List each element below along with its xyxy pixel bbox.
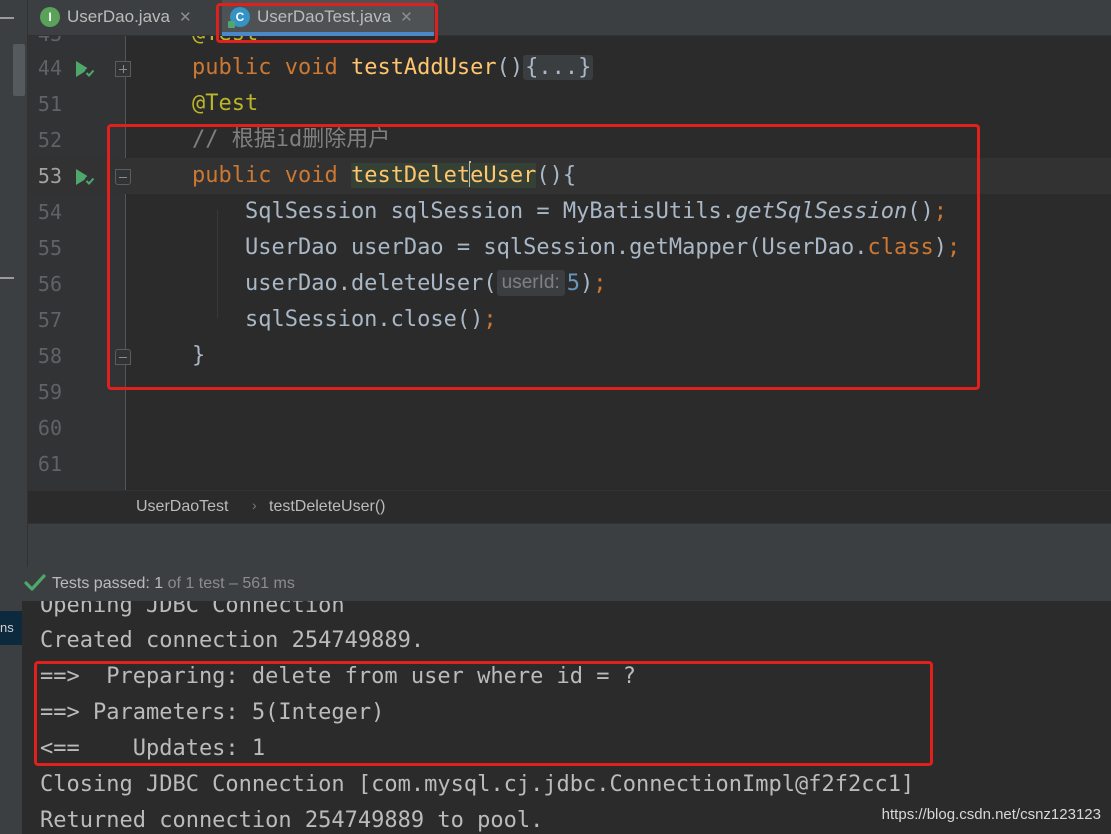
code-line[interactable]: 61: [28, 446, 1111, 482]
line-number: 56: [37, 272, 62, 296]
console-line: Opening JDBC Connection: [40, 601, 345, 618]
breadcrumb: UserDaoTest › testDeleteUser(): [28, 490, 1111, 523]
run-test-passed-icon[interactable]: [72, 58, 98, 80]
line-number: 51: [37, 92, 62, 116]
code-token: sqlSession.close(): [192, 307, 484, 332]
code-token: @Test: [192, 91, 259, 116]
code-token: SqlSession sqlSession = MyBatisUtils.: [192, 199, 736, 224]
close-icon[interactable]: ✕: [400, 8, 413, 26]
code-text: userDao.deleteUser(userId: 5);: [192, 266, 606, 302]
code-line[interactable]: 59: [28, 374, 1111, 410]
code-text: public void testDeleteUser(){: [192, 158, 576, 194]
code-token: 5: [566, 271, 580, 296]
code-line[interactable]: 56 userDao.deleteUser(userId: 5);: [28, 266, 1111, 302]
code-token: }: [192, 343, 206, 368]
code-editor[interactable]: 43@Test44public void testAddUser(){...}5…: [28, 36, 1111, 490]
tab-label: UserDao.java: [67, 7, 170, 26]
run-test-passed-icon[interactable]: [72, 166, 98, 188]
code-line[interactable]: 51 @Test: [28, 86, 1111, 122]
code-token: ;: [593, 271, 607, 296]
line-number: 58: [37, 344, 62, 368]
code-token: ;: [933, 199, 947, 224]
line-number: 52: [37, 128, 62, 152]
line-number: 55: [37, 236, 62, 260]
code-line[interactable]: 57 sqlSession.close();: [28, 302, 1111, 338]
code-line[interactable]: 60: [28, 410, 1111, 446]
close-icon[interactable]: ✕: [179, 8, 192, 26]
line-number: 54: [37, 200, 62, 224]
code-token: testDelet: [350, 163, 471, 188]
breadcrumb-method[interactable]: testDeleteUser(): [269, 498, 385, 516]
code-token: public void: [192, 163, 351, 188]
code-token: class: [867, 235, 934, 260]
console-line: Returned connection 254749889 to pool.: [40, 808, 544, 833]
code-token: // 根据id删除用户: [192, 127, 391, 152]
line-number: 44: [37, 56, 62, 80]
line-number: 59: [37, 380, 62, 404]
code-text: public void testAddUser(){...}: [192, 50, 594, 86]
code-line[interactable]: 52 // 根据id删除用户: [28, 122, 1111, 158]
console-line: Closing JDBC Connection [com.mysql.cj.jd…: [40, 772, 915, 797]
code-token: userDao.deleteUser(: [192, 271, 497, 296]
tab-userdaotest[interactable]: C UserDaoTest.java ✕: [222, 0, 434, 36]
strip-scroll-thumb[interactable]: [13, 44, 25, 96]
breadcrumb-separator: ›: [252, 497, 257, 513]
console-line: <== Updates: 1: [40, 736, 266, 761]
code-line[interactable]: 55 UserDao userDao = sqlSession.getMappe…: [28, 230, 1111, 266]
code-text: sqlSession.close();: [192, 302, 497, 338]
code-text: }: [192, 338, 205, 374]
line-number: 60: [37, 416, 62, 440]
class-icon: C: [228, 7, 250, 28]
code-token: ;: [947, 235, 961, 260]
breadcrumb-class[interactable]: UserDaoTest: [136, 498, 228, 516]
line-number: 57: [37, 308, 62, 332]
code-line[interactable]: 44 public void testAddUser(){...}: [28, 50, 1111, 86]
code-line[interactable]: 54 SqlSession sqlSession = MyBatisUtils.…: [28, 194, 1111, 230]
code-text: SqlSession sqlSession = MyBatisUtils.get…: [192, 194, 947, 230]
console-output[interactable]: Opening JDBC Connection Created connectio…: [22, 601, 1111, 834]
watermark: https://blog.csdn.net/csnz123123: [881, 806, 1101, 823]
code-token: ;: [483, 307, 497, 332]
console-line: ==> Preparing: delete from user where id…: [40, 664, 637, 689]
tab-label: UserDaoTest.java: [257, 7, 392, 26]
fold-collapse-icon[interactable]: [115, 169, 131, 185]
status-suffix: of 1 test – 561 ms: [167, 575, 295, 592]
editor-tab-bar: I UserDao.java ✕ C UserDaoTest.java ✕: [28, 0, 1111, 36]
code-line[interactable]: 58}: [28, 338, 1111, 374]
console-line: Created connection 254749889.: [40, 628, 425, 653]
code-token: public void: [192, 55, 351, 80]
tab-userdao[interactable]: I UserDao.java ✕: [40, 0, 192, 34]
code-token: @Test: [192, 36, 258, 46]
code-token: getSqlSession: [735, 199, 908, 224]
interface-icon: I: [40, 7, 60, 27]
run-side-tab[interactable]: ns: [0, 611, 22, 645]
code-text: // 根据id删除用户: [192, 122, 390, 158]
code-text: UserDao userDao = sqlSession.getMapper(U…: [192, 230, 960, 266]
console-line: ==> Parameters: 5(Integer): [40, 700, 385, 725]
strip-marker: [0, 17, 14, 19]
code-token: eUser: [470, 163, 537, 188]
code-token: (){: [536, 163, 577, 188]
code-line[interactable]: 53 public void testDeleteUser(){: [28, 158, 1111, 194]
folded-code[interactable]: {...}: [523, 55, 594, 80]
code-token: ): [579, 271, 594, 296]
code-token: testAddUser: [350, 55, 497, 80]
code-token: ): [933, 235, 947, 260]
line-number: 53: [37, 164, 62, 188]
parameter-hint: userId:: [496, 270, 565, 296]
line-number: 61: [37, 452, 62, 476]
test-status-text: Tests passed: 1 of 1 test – 561 ms: [52, 575, 295, 593]
code-token: (): [907, 199, 934, 224]
test-status-bar: Tests passed: 1 of 1 test – 561 ms: [0, 567, 1111, 601]
strip-marker: [0, 277, 14, 279]
code-token: (): [496, 55, 524, 80]
status-prefix: Tests passed:: [52, 575, 150, 592]
code-text: @Test: [192, 86, 258, 122]
fold-expand-icon[interactable]: [115, 61, 131, 77]
status-count: 1: [154, 575, 164, 592]
fold-end-icon[interactable]: [115, 349, 131, 365]
check-icon: [24, 574, 46, 591]
run-panel-header: [28, 523, 1111, 567]
code-token: UserDao userDao = sqlSession.getMapper(U…: [192, 235, 868, 260]
